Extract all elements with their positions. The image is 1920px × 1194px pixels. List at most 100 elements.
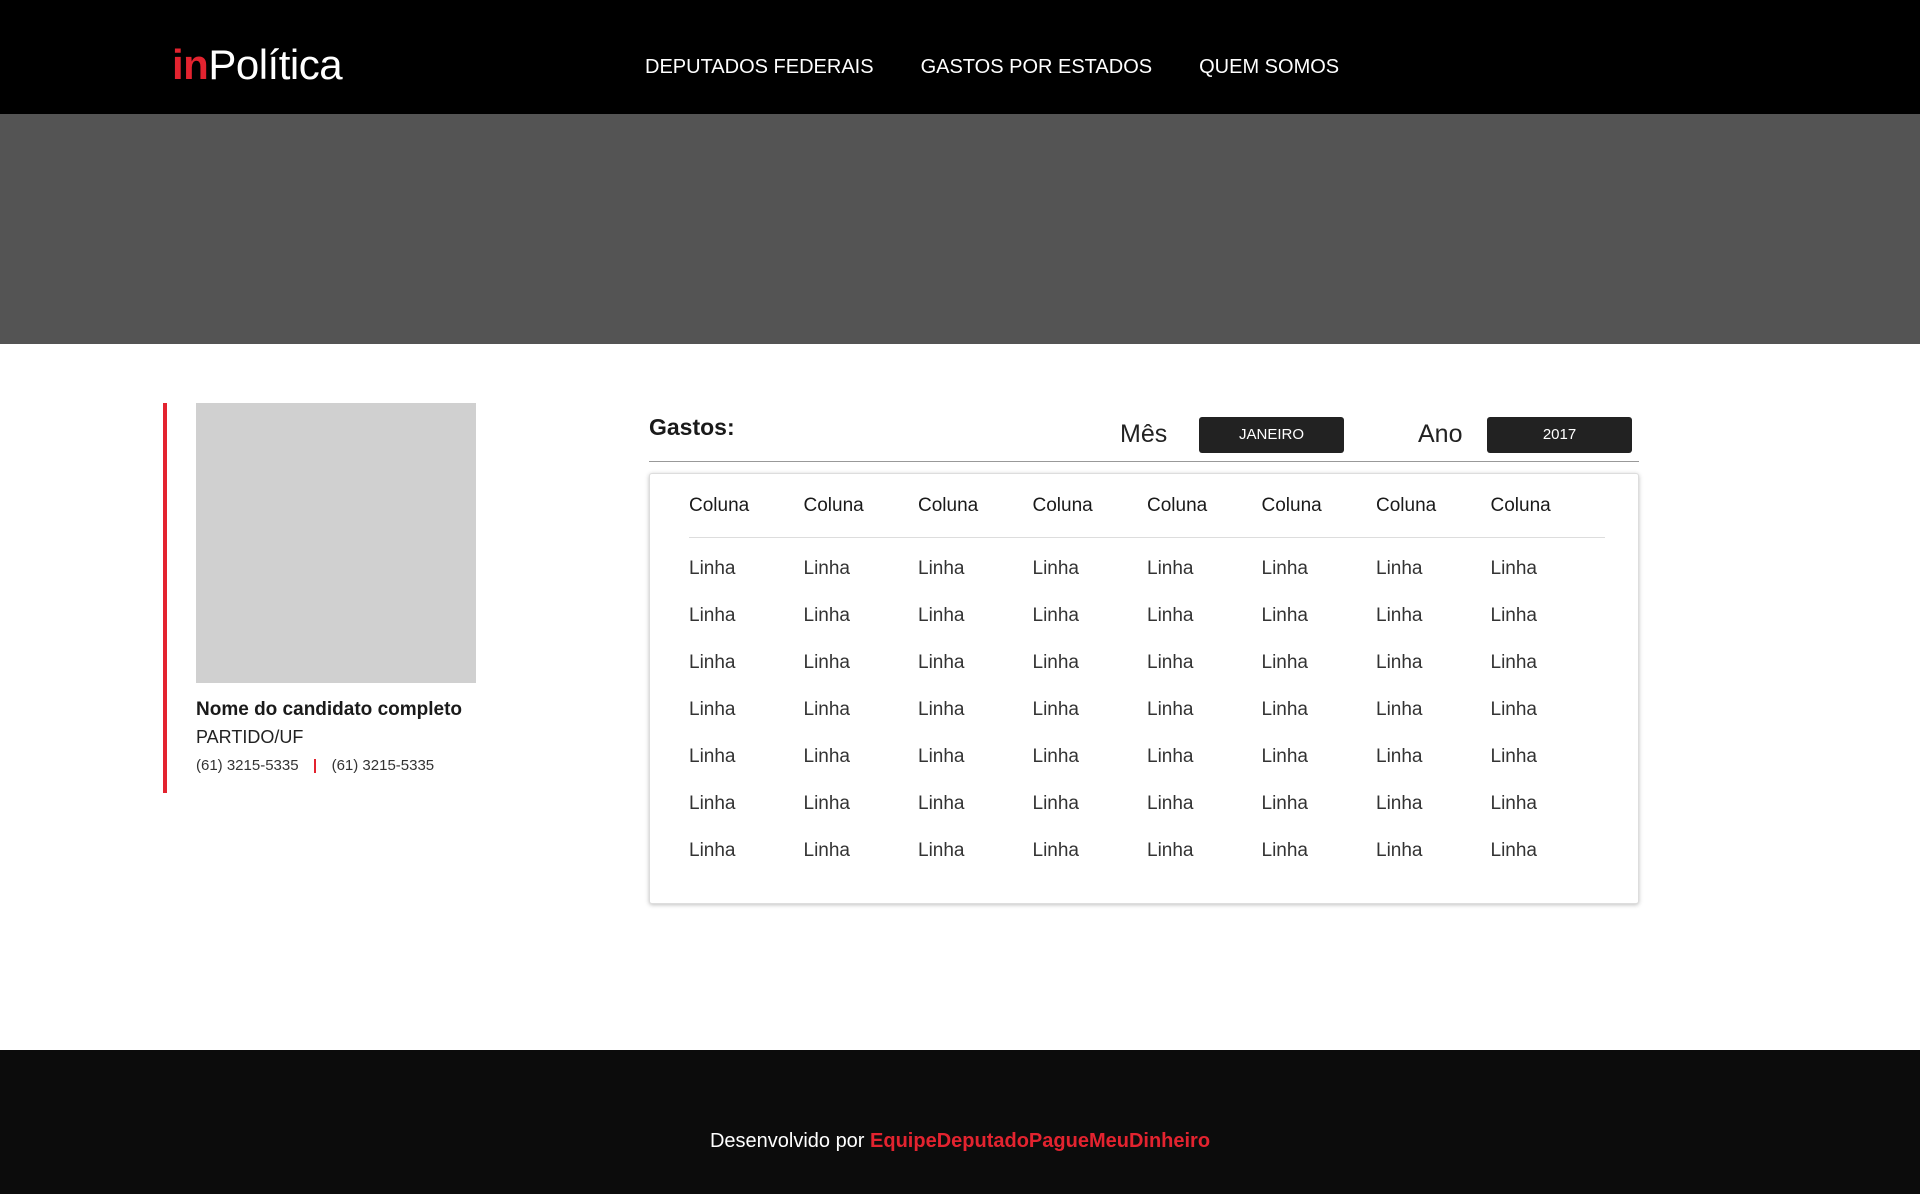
table-cell: Linha: [689, 605, 736, 626]
table-cell: Linha: [1261, 652, 1309, 673]
table-cell: Linha: [1490, 793, 1538, 814]
table-cell: Linha: [1376, 840, 1423, 861]
hero-banner: [0, 114, 1920, 344]
table-cell: Linha: [1490, 558, 1538, 579]
table-cell: Linha: [1147, 605, 1194, 626]
table-cell: Linha: [1032, 746, 1080, 767]
table-cell: Linha: [1490, 605, 1538, 626]
column-header: Coluna: [689, 495, 750, 516]
table-cell: Linha: [689, 558, 736, 579]
nav-quem-somos[interactable]: QUEM SOMOS: [1199, 50, 1339, 84]
table-cell: Linha: [1032, 699, 1080, 720]
table-cell: Linha: [1490, 840, 1538, 861]
nav-gastos-por-estados[interactable]: GASTOS POR ESTADOS: [921, 50, 1153, 84]
table-cell: Linha: [1376, 558, 1423, 579]
table-cell: Linha: [1147, 558, 1194, 579]
table-cell: Linha: [689, 746, 736, 767]
table-cell: Linha: [1490, 699, 1538, 720]
page-footer: Desenvolvido por EquipeDeputadoPagueMeuD…: [0, 1050, 1920, 1194]
table-cell: Linha: [1147, 840, 1194, 861]
table-cell: Linha: [803, 605, 851, 626]
month-select[interactable]: JANEIRO: [1199, 417, 1344, 453]
site-logo[interactable]: inPolítica: [172, 38, 343, 92]
candidate-name: Nome do candidato completo: [196, 699, 463, 720]
table-cell: Linha: [689, 793, 736, 814]
logo-suffix: Política: [208, 41, 343, 88]
column-header: Coluna: [918, 495, 979, 516]
table-cell: Linha: [1032, 558, 1080, 579]
table-row: Linha Linha Linha Linha Linha Linha Linha Linha: [689, 789, 1605, 836]
table-row: Linha Linha Linha Linha Linha Linha Linha Linha: [689, 695, 1605, 742]
spending-title: Gastos:: [649, 414, 735, 440]
table-cell: Linha: [1261, 746, 1309, 767]
year-select[interactable]: 2017: [1487, 417, 1632, 453]
table-cell: Linha: [1147, 746, 1194, 767]
column-header: Coluna: [1490, 495, 1551, 516]
table-row: Linha Linha Linha Linha Linha Linha Linha Linha: [689, 742, 1605, 789]
table-header: Coluna Coluna Coluna Coluna Coluna Colun…: [689, 474, 1605, 538]
column-header: Coluna: [1376, 495, 1437, 516]
table-cell: Linha: [1376, 652, 1423, 673]
table-cell: Linha: [803, 793, 851, 814]
table-cell: Linha: [689, 840, 736, 861]
footer-prefix: Desenvolvido por: [709, 1130, 865, 1152]
table-cell: Linha: [918, 793, 965, 814]
nav-deputados-federais[interactable]: DEPUTADOS FEDERAIS: [645, 50, 874, 84]
table-cell: Linha: [803, 652, 851, 673]
table-cell: Linha: [1376, 699, 1423, 720]
footer-credit: Desenvolvido por EquipeDeputadoPagueMeuD…: [0, 1130, 1920, 1153]
candidate-party: PARTIDO/UF: [196, 727, 304, 747]
section-divider: [649, 461, 1639, 462]
table-cell: Linha: [1032, 793, 1080, 814]
table-cell: Linha: [1376, 793, 1423, 814]
table-cell: Linha: [1261, 793, 1309, 814]
table-cell: Linha: [1032, 605, 1080, 626]
table-cell: Linha: [1261, 840, 1309, 861]
candidate-phones: (61) 3215-5335 (61) 3215-5335: [196, 757, 434, 774]
table-row: Linha Linha Linha Linha Linha Linha Linha Linha: [689, 648, 1605, 695]
table-cell: Linha: [803, 558, 851, 579]
table-cell: Linha: [1261, 558, 1309, 579]
month-label: Mês: [1120, 420, 1168, 448]
candidate-profile-card: Nome do candidato completo PARTIDO/UF (6…: [163, 403, 503, 793]
table-cell: Linha: [918, 746, 965, 767]
column-header: Coluna: [1261, 495, 1322, 516]
phone-number-1: (61) 3215-5335: [196, 757, 299, 774]
table-cell: Linha: [918, 699, 965, 720]
main-nav: DEPUTADOS FEDERAIS GASTOS POR ESTADOS QU…: [645, 50, 1339, 84]
table-row: Linha Linha Linha Linha Linha Linha Linha Linha: [689, 836, 1605, 883]
table-cell: Linha: [1490, 746, 1538, 767]
table-cell: Linha: [918, 840, 965, 861]
phone-number-2: (61) 3215-5335: [331, 757, 435, 774]
table-row: Linha Linha Linha Linha Linha Linha Linha Linha: [689, 554, 1605, 601]
table-cell: Linha: [918, 652, 965, 673]
table-cell: Linha: [1147, 652, 1194, 673]
logo-prefix: in: [172, 41, 209, 88]
table-cell: Linha: [1032, 652, 1080, 673]
table-cell: Linha: [803, 746, 851, 767]
year-label: Ano: [1418, 420, 1463, 448]
column-header: Coluna: [1032, 495, 1093, 516]
table-cell: Linha: [1147, 793, 1194, 814]
table-cell: Linha: [689, 699, 736, 720]
phone-separator: [313, 758, 316, 773]
table-cell: Linha: [1376, 605, 1423, 626]
table-body: Linha Linha Linha Linha Linha Linha Linha Linha…: [689, 554, 1605, 883]
table-cell: Linha: [1261, 699, 1309, 720]
column-header: Coluna: [803, 495, 864, 516]
table-cell: Linha: [803, 699, 851, 720]
candidate-photo-placeholder: [196, 403, 476, 683]
footer-team-name[interactable]: EquipeDeputadoPagueMeuDinheiro: [870, 1130, 1210, 1152]
table-cell: Linha: [1032, 840, 1080, 861]
table-cell: Linha: [689, 652, 736, 673]
table-cell: Linha: [1261, 605, 1309, 626]
spending-table: Coluna Coluna Coluna Coluna Coluna Colun…: [649, 473, 1639, 904]
table-cell: Linha: [1147, 699, 1194, 720]
table-cell: Linha: [918, 558, 965, 579]
table-cell: Linha: [803, 840, 851, 861]
table-row: Linha Linha Linha Linha Linha Linha Linha Linha: [689, 601, 1605, 648]
table-cell: Linha: [1376, 746, 1423, 767]
table-cell: Linha: [1490, 652, 1538, 673]
table-cell: Linha: [918, 605, 965, 626]
top-navbar: inPolítica DEPUTADOS FEDERAIS GASTOS POR…: [0, 0, 1920, 114]
